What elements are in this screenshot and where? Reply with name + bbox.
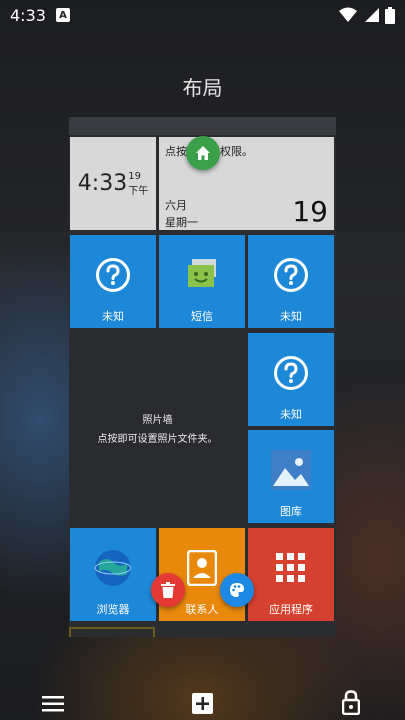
palette-icon — [230, 583, 244, 597]
page-title: 布局 — [182, 76, 223, 100]
notification-a-icon: A — [55, 8, 70, 22]
clock-tile-time: 4:33 — [77, 171, 128, 196]
home-button[interactable] — [186, 136, 220, 170]
preview-top-bar — [69, 117, 336, 135]
sms-tile-label: 短信 — [191, 310, 213, 323]
clock-tile-seconds: 19 — [128, 170, 141, 182]
sms-tile[interactable]: 短信 — [159, 235, 245, 328]
calendar-month: 六月 — [165, 199, 187, 212]
photo-wall-hint: 点按即可设置照片文件夹。 — [97, 434, 218, 445]
apps-grid-icon — [276, 552, 305, 582]
browser-tile[interactable]: 浏览器 — [70, 528, 156, 621]
add-tile-icon[interactable] — [192, 693, 213, 714]
contacts-icon — [187, 549, 217, 586]
clock-tile[interactable]: 4:33 19 下午 — [70, 137, 156, 230]
gallery-icon — [271, 449, 311, 490]
clock-tile-sub: 19 下午 — [128, 171, 148, 197]
question-icon — [274, 257, 308, 292]
partial-tile-outline — [69, 627, 155, 637]
unknown-tile-2[interactable]: 未知 — [248, 235, 334, 328]
unknown-tile-3[interactable]: 未知 — [248, 333, 334, 426]
browser-tile-label: 浏览器 — [96, 603, 130, 616]
apps-tile[interactable]: 应用程序 — [248, 528, 334, 621]
home-icon — [196, 146, 210, 160]
globe-icon — [94, 549, 132, 586]
wifi-icon — [339, 7, 357, 22]
calendar-day: 19 — [292, 195, 328, 228]
status-time: 4:33 — [10, 5, 46, 25]
clock-tile-ampm: 下午 — [128, 185, 149, 197]
tile-color-button[interactable] — [220, 573, 254, 607]
photo-wall-tile[interactable]: 照片墙 点按即可设置照片文件夹。 — [70, 333, 245, 523]
signal-icon — [365, 8, 379, 22]
calendar-weekday: 星期一 — [165, 216, 198, 229]
gallery-tile[interactable]: 图库 — [248, 430, 334, 523]
question-icon — [274, 355, 308, 390]
menu-icon[interactable] — [42, 696, 64, 712]
unknown-tile-3-label: 未知 — [280, 408, 302, 421]
unknown-tile-2-label: 未知 — [280, 310, 302, 323]
battery-icon — [385, 6, 395, 24]
trash-icon — [161, 582, 175, 598]
apps-tile-label: 应用程序 — [269, 603, 313, 616]
unknown-tile-1-label: 未知 — [102, 310, 124, 323]
bottom-toolbar — [0, 680, 405, 720]
gallery-tile-label: 图库 — [280, 505, 302, 518]
status-bar: 4:33 A — [0, 0, 405, 30]
sms-icon — [188, 258, 216, 287]
photo-wall-title: 照片墙 — [142, 415, 173, 426]
question-icon — [96, 257, 130, 292]
unknown-tile-1[interactable]: 未知 — [70, 235, 156, 328]
layout-preview[interactable]: 4:33 19 下午 点按以授予权限。 六月 星期一 19 未知 短信 未知 照… — [69, 117, 336, 637]
delete-tile-button[interactable] — [151, 573, 185, 607]
lock-icon[interactable] — [342, 690, 360, 715]
